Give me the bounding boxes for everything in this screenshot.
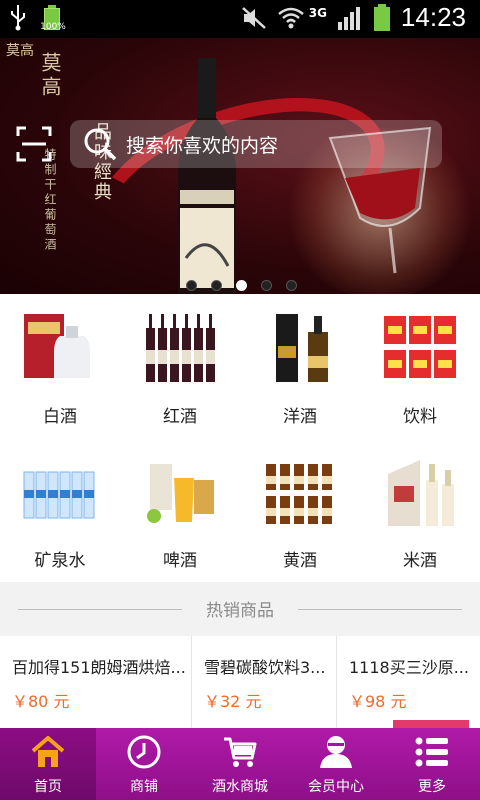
category-label: 红酒 <box>163 407 197 427</box>
category-label: 啤酒 <box>163 551 197 571</box>
category-mineral-water[interactable]: 矿泉水 <box>0 438 120 582</box>
wine-bottle-image <box>178 58 236 294</box>
category-label: 白酒 <box>43 407 77 427</box>
category-red-wine[interactable]: 红酒 <box>120 294 240 438</box>
banner-corner-logo: 莫高 <box>6 43 34 59</box>
category-label: 米酒 <box>403 551 437 571</box>
product-price: ￥80 元 <box>12 692 70 711</box>
product-name: 百加得151朗姆酒烘焙... <box>12 658 186 677</box>
category-baijiu[interactable]: 白酒 <box>0 294 120 438</box>
promo-banner[interactable]: 莫高 莫高 特制干红葡萄酒 品味經典 搜索你喜欢的内容 <box>0 38 480 294</box>
mineral-water-image <box>23 471 95 519</box>
more-icon <box>415 737 448 767</box>
tab-home[interactable]: 首页 <box>0 728 96 800</box>
product-card[interactable]: 1118买三沙原... ￥98 元 <box>337 636 480 728</box>
tab-shop[interactable]: 商铺 <box>96 728 192 800</box>
baijiu-image <box>24 314 90 378</box>
product-price: ￥32 元 <box>204 692 262 711</box>
home-icon <box>31 736 65 767</box>
product-name: 1118买三沙原... <box>349 658 469 677</box>
bottom-tab-bar: 首页 商铺 酒水商城 会员中心 更多 <box>0 728 480 800</box>
mute-icon <box>241 6 266 29</box>
tab-label: 会员中心 <box>308 779 364 795</box>
search-input[interactable]: 搜索你喜欢的内容 <box>70 120 442 168</box>
category-yellow-wine[interactable]: 黄酒 <box>240 438 360 582</box>
carousel-dot-active[interactable] <box>236 280 247 291</box>
category-beer[interactable]: 啤酒 <box>120 438 240 582</box>
product-card[interactable]: 雪碧碳酸饮料3... ￥32 元 <box>192 636 337 728</box>
product-list: 百加得151朗姆酒烘焙... ￥80 元 雪碧碳酸饮料3... ￥32 元 11… <box>0 636 480 728</box>
tab-member[interactable]: 会员中心 <box>288 728 384 800</box>
banner-brand-text: 莫高 <box>38 52 62 100</box>
scan-icon[interactable] <box>16 126 52 162</box>
tab-label: 首页 <box>34 779 62 795</box>
rice-wine-image <box>388 460 454 526</box>
signal-icon <box>337 6 360 30</box>
category-foreign-liquor[interactable]: 洋酒 <box>240 294 360 438</box>
category-beverage[interactable]: 饮料 <box>360 294 480 438</box>
tab-more[interactable]: 更多 <box>384 728 480 800</box>
product-name: 雪碧碳酸饮料3... <box>204 658 326 677</box>
carousel-dot[interactable] <box>261 280 272 291</box>
battery-full-icon: 100% <box>40 4 66 32</box>
product-card[interactable]: 百加得151朗姆酒烘焙... ￥80 元 <box>0 636 192 728</box>
category-label: 黄酒 <box>283 551 317 571</box>
beverage-image <box>384 316 456 378</box>
tab-mall[interactable]: 酒水商城 <box>192 728 288 800</box>
tab-label: 酒水商城 <box>212 779 268 795</box>
search-placeholder: 搜索你喜欢的内容 <box>126 134 279 157</box>
wifi-icon <box>277 7 304 28</box>
tab-label: 商铺 <box>130 779 158 795</box>
carousel-dot[interactable] <box>286 280 297 291</box>
beer-image <box>147 464 214 523</box>
clock-icon <box>127 735 161 769</box>
yellow-wine-image <box>266 464 332 524</box>
category-label: 矿泉水 <box>34 551 86 571</box>
carousel-dot[interactable] <box>211 280 222 291</box>
product-price: ￥98 元 <box>349 692 407 711</box>
network-type: 3G <box>308 5 327 20</box>
category-label: 饮料 <box>403 407 437 427</box>
foreign-liquor-image <box>276 314 328 382</box>
battery-percent: 100% <box>40 22 66 32</box>
category-label: 洋酒 <box>283 407 317 427</box>
carousel-dot[interactable] <box>186 280 197 291</box>
user-icon <box>320 736 352 768</box>
carousel-indicator <box>186 280 297 291</box>
clock-time: 14:23 <box>400 2 466 32</box>
divider-right <box>298 609 462 610</box>
search-icon <box>84 128 117 161</box>
red-wine-image <box>146 314 215 382</box>
category-grid: 白酒 红酒 洋酒 饮料 矿泉水 啤酒 黄酒 米酒 <box>0 294 480 582</box>
cart-icon <box>224 737 257 767</box>
category-rice-wine[interactable]: 米酒 <box>360 438 480 582</box>
hot-products-header: 热销商品 <box>0 582 480 636</box>
banner-subtitle-text: 特制干红葡萄酒 <box>43 148 57 253</box>
tab-label: 更多 <box>418 779 446 795</box>
battery-icon <box>373 3 390 31</box>
usb-icon <box>11 5 25 31</box>
status-bar: 100% 3G 14:23 <box>0 0 480 38</box>
product-thumbnail <box>393 720 469 728</box>
